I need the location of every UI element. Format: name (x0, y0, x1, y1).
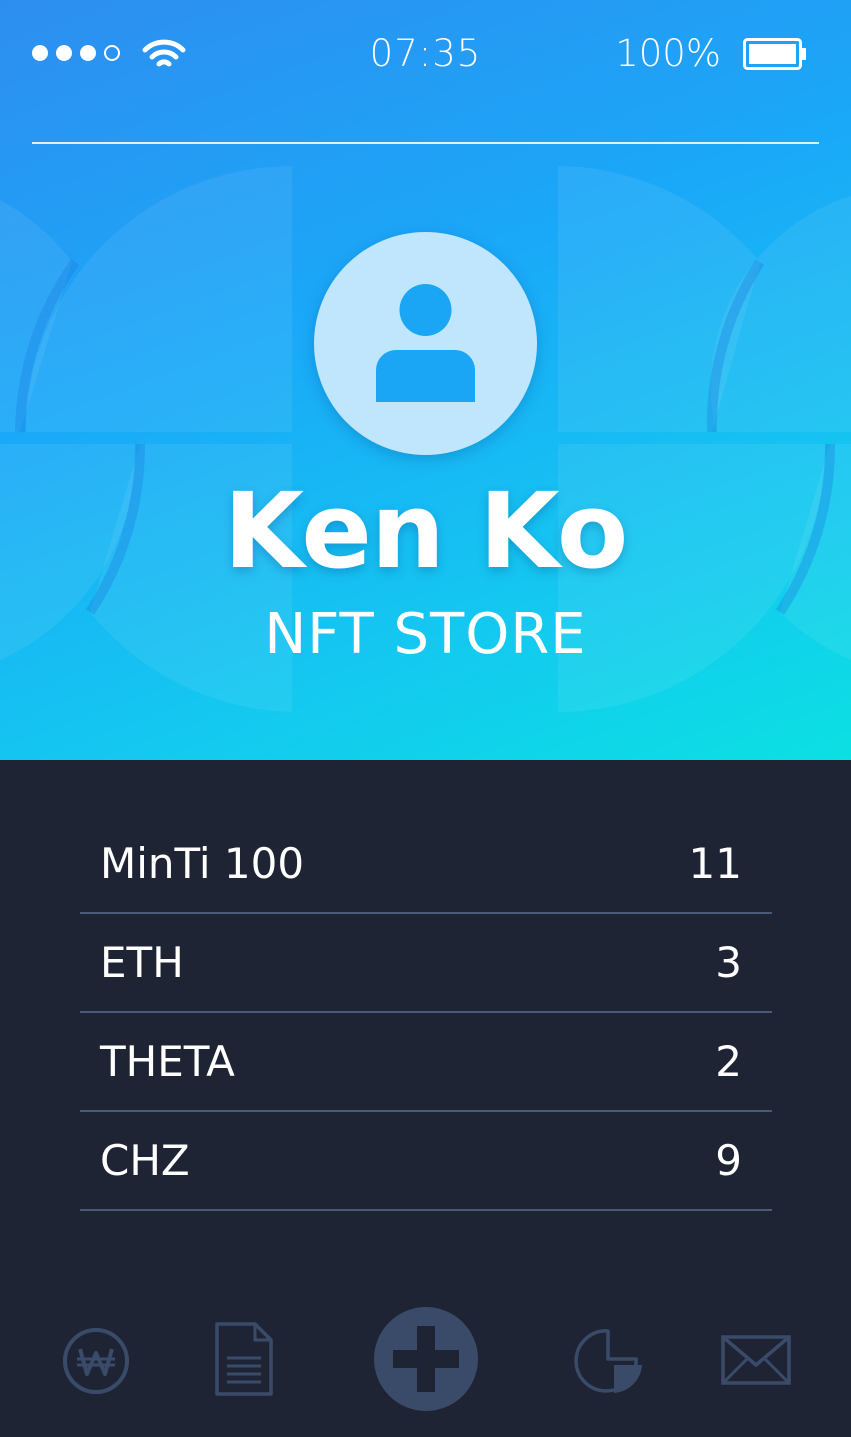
profile-subtitle: NFT STORE (264, 602, 587, 667)
battery-percentage: 100% (615, 32, 721, 75)
won-coin-icon (63, 1328, 129, 1394)
plus-icon (393, 1326, 459, 1392)
list-item[interactable]: THETA 2 (80, 1013, 772, 1112)
holding-value: 9 (715, 1136, 742, 1185)
add-button[interactable] (374, 1307, 478, 1411)
holding-label: CHZ (100, 1136, 190, 1185)
document-icon (215, 1322, 273, 1396)
list-item[interactable]: CHZ 9 (80, 1112, 772, 1211)
battery-icon (743, 38, 806, 70)
list-item[interactable]: MinTi 100 11 (80, 815, 772, 914)
header-divider (32, 142, 819, 144)
pie-chart-icon (574, 1329, 642, 1393)
tab-statistics[interactable] (570, 1325, 644, 1397)
clock: 07:35 (369, 32, 482, 75)
mail-icon (721, 1335, 791, 1385)
status-bar: 07:35 100% (0, 0, 851, 110)
tab-documents[interactable] (215, 1322, 273, 1396)
holding-label: ETH (100, 938, 184, 987)
profile-name: Ken Ko (223, 470, 629, 592)
holding-value: 11 (688, 839, 742, 888)
tab-messages[interactable] (721, 1335, 791, 1385)
avatar[interactable] (314, 232, 537, 455)
holding-label: THETA (100, 1037, 235, 1086)
user-icon (376, 284, 475, 402)
profile-header: 07:35 100% Ken Ko NFT STORE (0, 0, 851, 760)
holding-value: 2 (715, 1037, 742, 1086)
tab-wallet[interactable] (62, 1327, 130, 1395)
tab-bar (0, 1300, 851, 1420)
holdings-list: MinTi 100 11 ETH 3 THETA 2 CHZ 9 (80, 815, 772, 1211)
holding-value: 3 (715, 938, 742, 987)
list-item[interactable]: ETH 3 (80, 914, 772, 1013)
holding-label: MinTi 100 (100, 839, 305, 888)
